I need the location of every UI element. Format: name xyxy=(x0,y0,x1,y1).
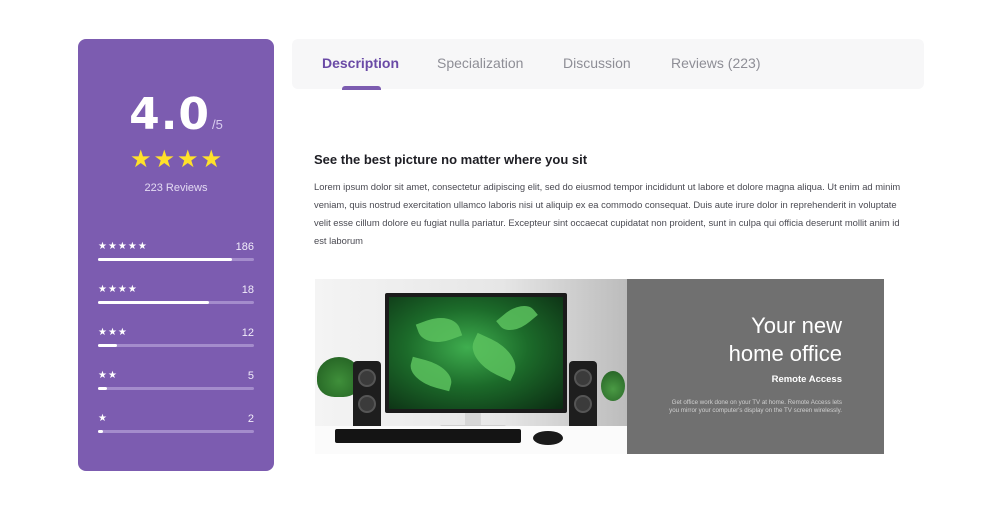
rating-stars: ★★★★ xyxy=(78,147,274,173)
banner-title: Your new home office xyxy=(622,312,842,368)
description-heading: See the best picture no matter where you… xyxy=(314,152,588,167)
star-icon: ★ xyxy=(153,146,175,173)
speaker-cone xyxy=(574,395,592,413)
leaf-shape xyxy=(496,298,538,338)
rating-count: 5 xyxy=(247,370,254,382)
rating-bar-fill xyxy=(98,387,108,390)
speaker-cone xyxy=(358,369,376,387)
tab-description[interactable]: Description xyxy=(322,55,399,71)
tab-reviews[interactable]: Reviews (223) xyxy=(671,55,760,71)
banner-title-line2: home office xyxy=(728,341,842,366)
promo-banner: Your new home office Remote Access Get o… xyxy=(315,279,884,454)
rating-bar-track xyxy=(98,387,254,390)
rating-bar-fill xyxy=(98,430,103,433)
rating-breakdown-row-2: ★★ 5 xyxy=(98,370,254,413)
leaf-shape xyxy=(406,356,456,392)
star-icon: ★ xyxy=(200,146,223,173)
rating-count: 18 xyxy=(241,284,254,296)
description-body: Lorem ipsum dolor sit amet, consectetur … xyxy=(314,181,901,246)
rating-count: 186 xyxy=(235,241,254,253)
rating-breakdown-row-3: ★★★ 12 xyxy=(98,327,254,370)
tab-discussion[interactable]: Discussion xyxy=(563,55,631,71)
rating-bar-fill xyxy=(98,344,117,347)
keyboard-image xyxy=(335,429,521,443)
rating-score: 4.0 xyxy=(129,89,211,140)
rating-count: 2 xyxy=(247,413,254,425)
home-office-photo xyxy=(315,279,627,454)
rating-score-row: 4.0/5 xyxy=(78,89,274,140)
speaker-cone xyxy=(574,369,592,387)
plant-image xyxy=(601,371,625,401)
banner-subtitle: Remote Access xyxy=(771,374,842,385)
rating-max: /5 xyxy=(212,117,223,132)
rating-bar-track xyxy=(98,430,254,433)
star-icons: ★★★★★ xyxy=(98,241,148,252)
rating-bar-track xyxy=(98,344,254,347)
rating-breakdown: ★★★★★ 186 ★★★★ 18 ★★★ 12 ★★ 5 ★ 2 xyxy=(98,241,254,456)
star-icons: ★★★★ xyxy=(98,284,138,295)
star-icon: ★ xyxy=(177,146,199,173)
rating-bar-track xyxy=(98,258,254,261)
product-tabs: Description Specialization Discussion Re… xyxy=(292,39,924,89)
banner-small-text: Get office work done on your TV at home.… xyxy=(669,399,842,414)
rating-breakdown-row-1: ★ 2 xyxy=(98,413,254,456)
banner-text-panel: Your new home office Remote Access Get o… xyxy=(627,279,884,454)
rating-breakdown-row-4: ★★★★ 18 xyxy=(98,284,254,327)
speaker-cone xyxy=(358,395,376,413)
monitor-screen xyxy=(389,297,563,409)
rating-summary-card: 4.0/5 ★★★★ 223 Reviews ★★★★★ 186 ★★★★ 18… xyxy=(78,39,274,471)
active-tab-indicator xyxy=(342,86,381,90)
rating-breakdown-row-5: ★★★★★ 186 xyxy=(98,241,254,284)
rating-count: 12 xyxy=(241,327,254,339)
leaf-shape xyxy=(465,332,523,382)
speaker-left xyxy=(353,361,381,433)
monitor-image xyxy=(385,293,567,413)
rating-bar-fill xyxy=(98,301,209,304)
rating-bar-fill xyxy=(98,258,233,261)
rating-bar-track xyxy=(98,301,254,304)
mouse-image xyxy=(533,431,563,445)
star-icons: ★★ xyxy=(98,370,118,381)
star-icon: ★ xyxy=(129,146,152,173)
tab-specialization[interactable]: Specialization xyxy=(437,55,523,71)
star-icons: ★★★ xyxy=(98,327,128,338)
reviews-count: 223 Reviews xyxy=(144,182,208,194)
leaf-shape xyxy=(415,310,463,350)
speaker-right xyxy=(569,361,597,433)
banner-title-line1: Your new xyxy=(751,313,842,338)
star-icons: ★ xyxy=(98,413,108,424)
